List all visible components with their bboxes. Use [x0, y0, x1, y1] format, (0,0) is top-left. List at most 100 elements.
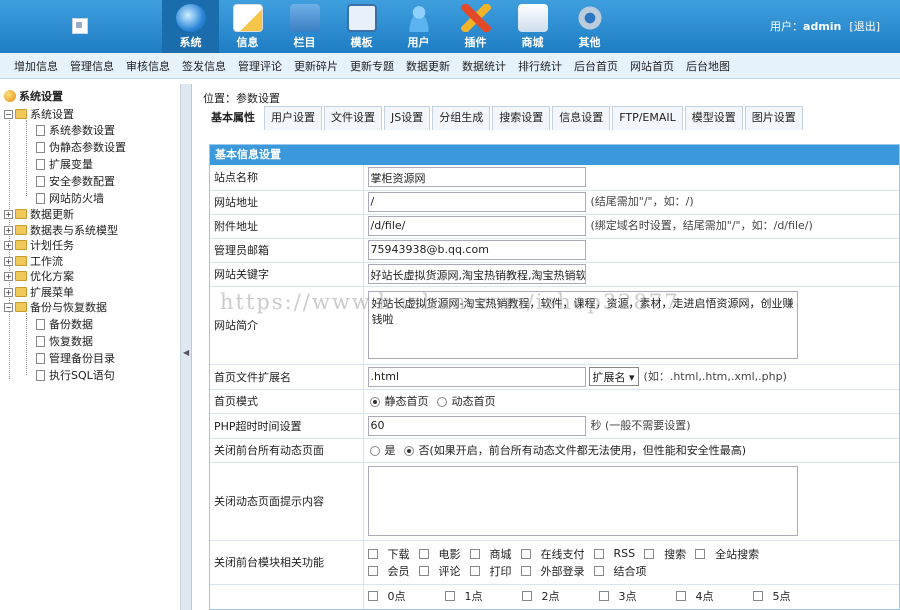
tab-info[interactable]: 信息设置 [552, 106, 611, 130]
checkbox-rss[interactable]: RSS [593, 547, 635, 560]
site-url-input[interactable]: / [367, 192, 586, 212]
nav-other[interactable]: 其他 [561, 0, 618, 53]
tab-image[interactable]: 图片设置 [744, 106, 803, 130]
radio-static-index[interactable] [369, 397, 380, 407]
admin-email-input[interactable]: 75943938@b.qq.com [367, 240, 586, 260]
subnav-admin-map[interactable]: 后台地图 [686, 58, 730, 74]
sidebar-item-ext-vars[interactable]: 扩展变量 [36, 156, 93, 172]
document-icon [36, 158, 45, 170]
keywords-input[interactable]: 好站长虚拟货源网,淘宝热销教程,淘宝热销软 [367, 264, 586, 284]
checkbox-member[interactable]: 会员 [367, 563, 410, 579]
checkbox-hour-3[interactable]: 3点 [598, 588, 667, 604]
radio-close-yes[interactable] [369, 446, 380, 456]
ext-select[interactable]: 扩展名 ▾ [588, 367, 639, 386]
checkbox-download[interactable]: 下载 [367, 546, 410, 562]
checkbox-hour-4[interactable]: 4点 [675, 588, 744, 604]
tab-user[interactable]: 用户设置 [264, 106, 322, 130]
sidebar-item-workflow[interactable]: + 工作流 [4, 253, 63, 269]
sidebar-item-system-params[interactable]: 系统参数设置 [36, 122, 115, 138]
checkbox-hour-5[interactable]: 5点 [752, 588, 803, 604]
folder-icon [15, 256, 27, 266]
nav-mall[interactable]: 商城 [504, 0, 561, 53]
checkbox-movie[interactable]: 电影 [418, 546, 461, 562]
expand-icon[interactable]: + [4, 209, 13, 219]
document-icon [36, 369, 45, 381]
expand-icon[interactable]: + [4, 225, 13, 235]
sidebar-item-optimization[interactable]: + 优化方案 [4, 268, 74, 284]
template-icon [346, 4, 377, 32]
subnav-site-home[interactable]: 网站首页 [630, 58, 674, 74]
sidebar-splitter[interactable]: ◀ [180, 84, 192, 610]
sidebar-item-backup[interactable]: 备份数据 [36, 316, 93, 332]
tab-group[interactable]: 分组生成 [432, 106, 491, 130]
row-index-mode: 首页模式 静态首页 动态首页 [210, 389, 899, 414]
subnav-add-info[interactable]: 增加信息 [14, 58, 58, 74]
tab-file[interactable]: 文件设置 [324, 106, 382, 130]
collapse-icon[interactable]: − [4, 302, 13, 312]
sidebar-item-backup-restore[interactable]: − 备份与恢复数据 [4, 299, 107, 315]
collapse-left-icon[interactable]: ◀ [183, 348, 189, 357]
checkbox-search[interactable]: 搜索 [644, 546, 686, 562]
tab-model[interactable]: 模型设置 [684, 106, 743, 130]
subnav-manage-comments[interactable]: 管理评论 [238, 58, 282, 74]
checkbox-print[interactable]: 打印 [469, 563, 512, 579]
expand-icon[interactable]: + [4, 287, 13, 297]
logout-link[interactable]: [退出] [849, 20, 880, 33]
radio-dynamic-index[interactable] [436, 397, 447, 407]
folder-icon [15, 209, 27, 219]
sidebar-item-tables-models[interactable]: + 数据表与系统模型 [4, 222, 118, 238]
close-tip-textarea[interactable] [367, 466, 798, 536]
sidebar-item-firewall[interactable]: 网站防火墙 [36, 190, 104, 206]
subnav-update-topics[interactable]: 更新专题 [350, 58, 394, 74]
sidebar-item-restore[interactable]: 恢复数据 [36, 333, 93, 349]
attach-url-input[interactable]: /d/file/ [367, 216, 586, 236]
checkbox-hour-0[interactable]: 0点 [367, 588, 436, 604]
sidebar-item-rewrite-params[interactable]: 伪静态参数设置 [36, 139, 126, 155]
subnav-data-update[interactable]: 数据更新 [406, 58, 450, 74]
subnav-data-stats[interactable]: 数据统计 [462, 58, 506, 74]
subnav-admin-home[interactable]: 后台首页 [574, 58, 618, 74]
expand-icon[interactable]: + [4, 256, 13, 266]
expand-icon[interactable]: + [4, 240, 13, 250]
tab-ftp-email[interactable]: FTP/EMAIL [612, 106, 683, 130]
checkbox-combo[interactable]: 结合项 [593, 563, 647, 579]
intro-textarea[interactable]: 好站长虚拟货源网-淘宝热销教程，软件，课程，资源，素材，走进启悟资源网，创业赚钱… [367, 291, 798, 359]
tab-basic[interactable]: 基本属性 [204, 106, 262, 130]
collapse-icon[interactable]: − [4, 109, 13, 119]
nav-column[interactable]: 栏目 [276, 0, 333, 53]
nav-plugin[interactable]: 插件 [447, 0, 504, 53]
sidebar-item-ext-menu[interactable]: + 扩展菜单 [4, 284, 74, 300]
subnav-rank-stats[interactable]: 排行统计 [518, 58, 562, 74]
sidebar-item-backup-dir[interactable]: 管理备份目录 [36, 350, 115, 366]
index-ext-input[interactable]: .html [367, 366, 586, 387]
sidebar-item-exec-sql[interactable]: 执行SQL语句 [36, 367, 115, 383]
tab-search[interactable]: 搜索设置 [492, 106, 551, 130]
sidebar-item-scheduled-tasks[interactable]: + 计划任务 [4, 237, 74, 253]
site-name-input[interactable]: 掌柜资源网 [367, 167, 586, 188]
checkbox-site-search[interactable]: 全站搜索 [695, 546, 759, 562]
checkbox-online-pay[interactable]: 在线支付 [520, 546, 585, 562]
tree-root[interactable]: 系统设置 [4, 88, 63, 104]
radio-close-no[interactable] [403, 446, 414, 456]
subnav-sign-info[interactable]: 签发信息 [182, 58, 226, 74]
sidebar-item-data-update[interactable]: + 数据更新 [4, 206, 74, 222]
nav-info[interactable]: 信息 [219, 0, 276, 53]
tab-js[interactable]: JS设置 [384, 106, 431, 130]
checkbox-comment[interactable]: 评论 [418, 563, 461, 579]
checkbox-mall[interactable]: 商城 [469, 546, 512, 562]
settings-tabs: 基本属性 用户设置 文件设置 JS设置 分组生成 搜索设置 信息设置 FTP/E… [204, 106, 805, 130]
checkbox-external-login[interactable]: 外部登录 [520, 563, 585, 579]
php-timeout-input[interactable]: 60 [367, 415, 586, 436]
subnav-review-info[interactable]: 审核信息 [126, 58, 170, 74]
nav-user[interactable]: 用户 [390, 0, 447, 53]
sidebar-item-system-settings[interactable]: − 系统设置 [4, 106, 74, 122]
subnav-manage-info[interactable]: 管理信息 [70, 58, 114, 74]
nav-system[interactable]: 系统 [162, 0, 219, 53]
nav-template[interactable]: 模板 [333, 0, 390, 53]
checkbox-hour-1[interactable]: 1点 [444, 588, 513, 604]
sidebar-item-security[interactable]: 安全参数配置 [36, 173, 115, 189]
subnav-update-fragments[interactable]: 更新碎片 [294, 58, 338, 74]
checkbox-hour-2[interactable]: 2点 [521, 588, 590, 604]
row-intro: 网站简介 好站长虚拟货源网-淘宝热销教程，软件，课程，资源，素材，走进启悟资源网… [210, 286, 899, 365]
expand-icon[interactable]: + [4, 271, 13, 281]
